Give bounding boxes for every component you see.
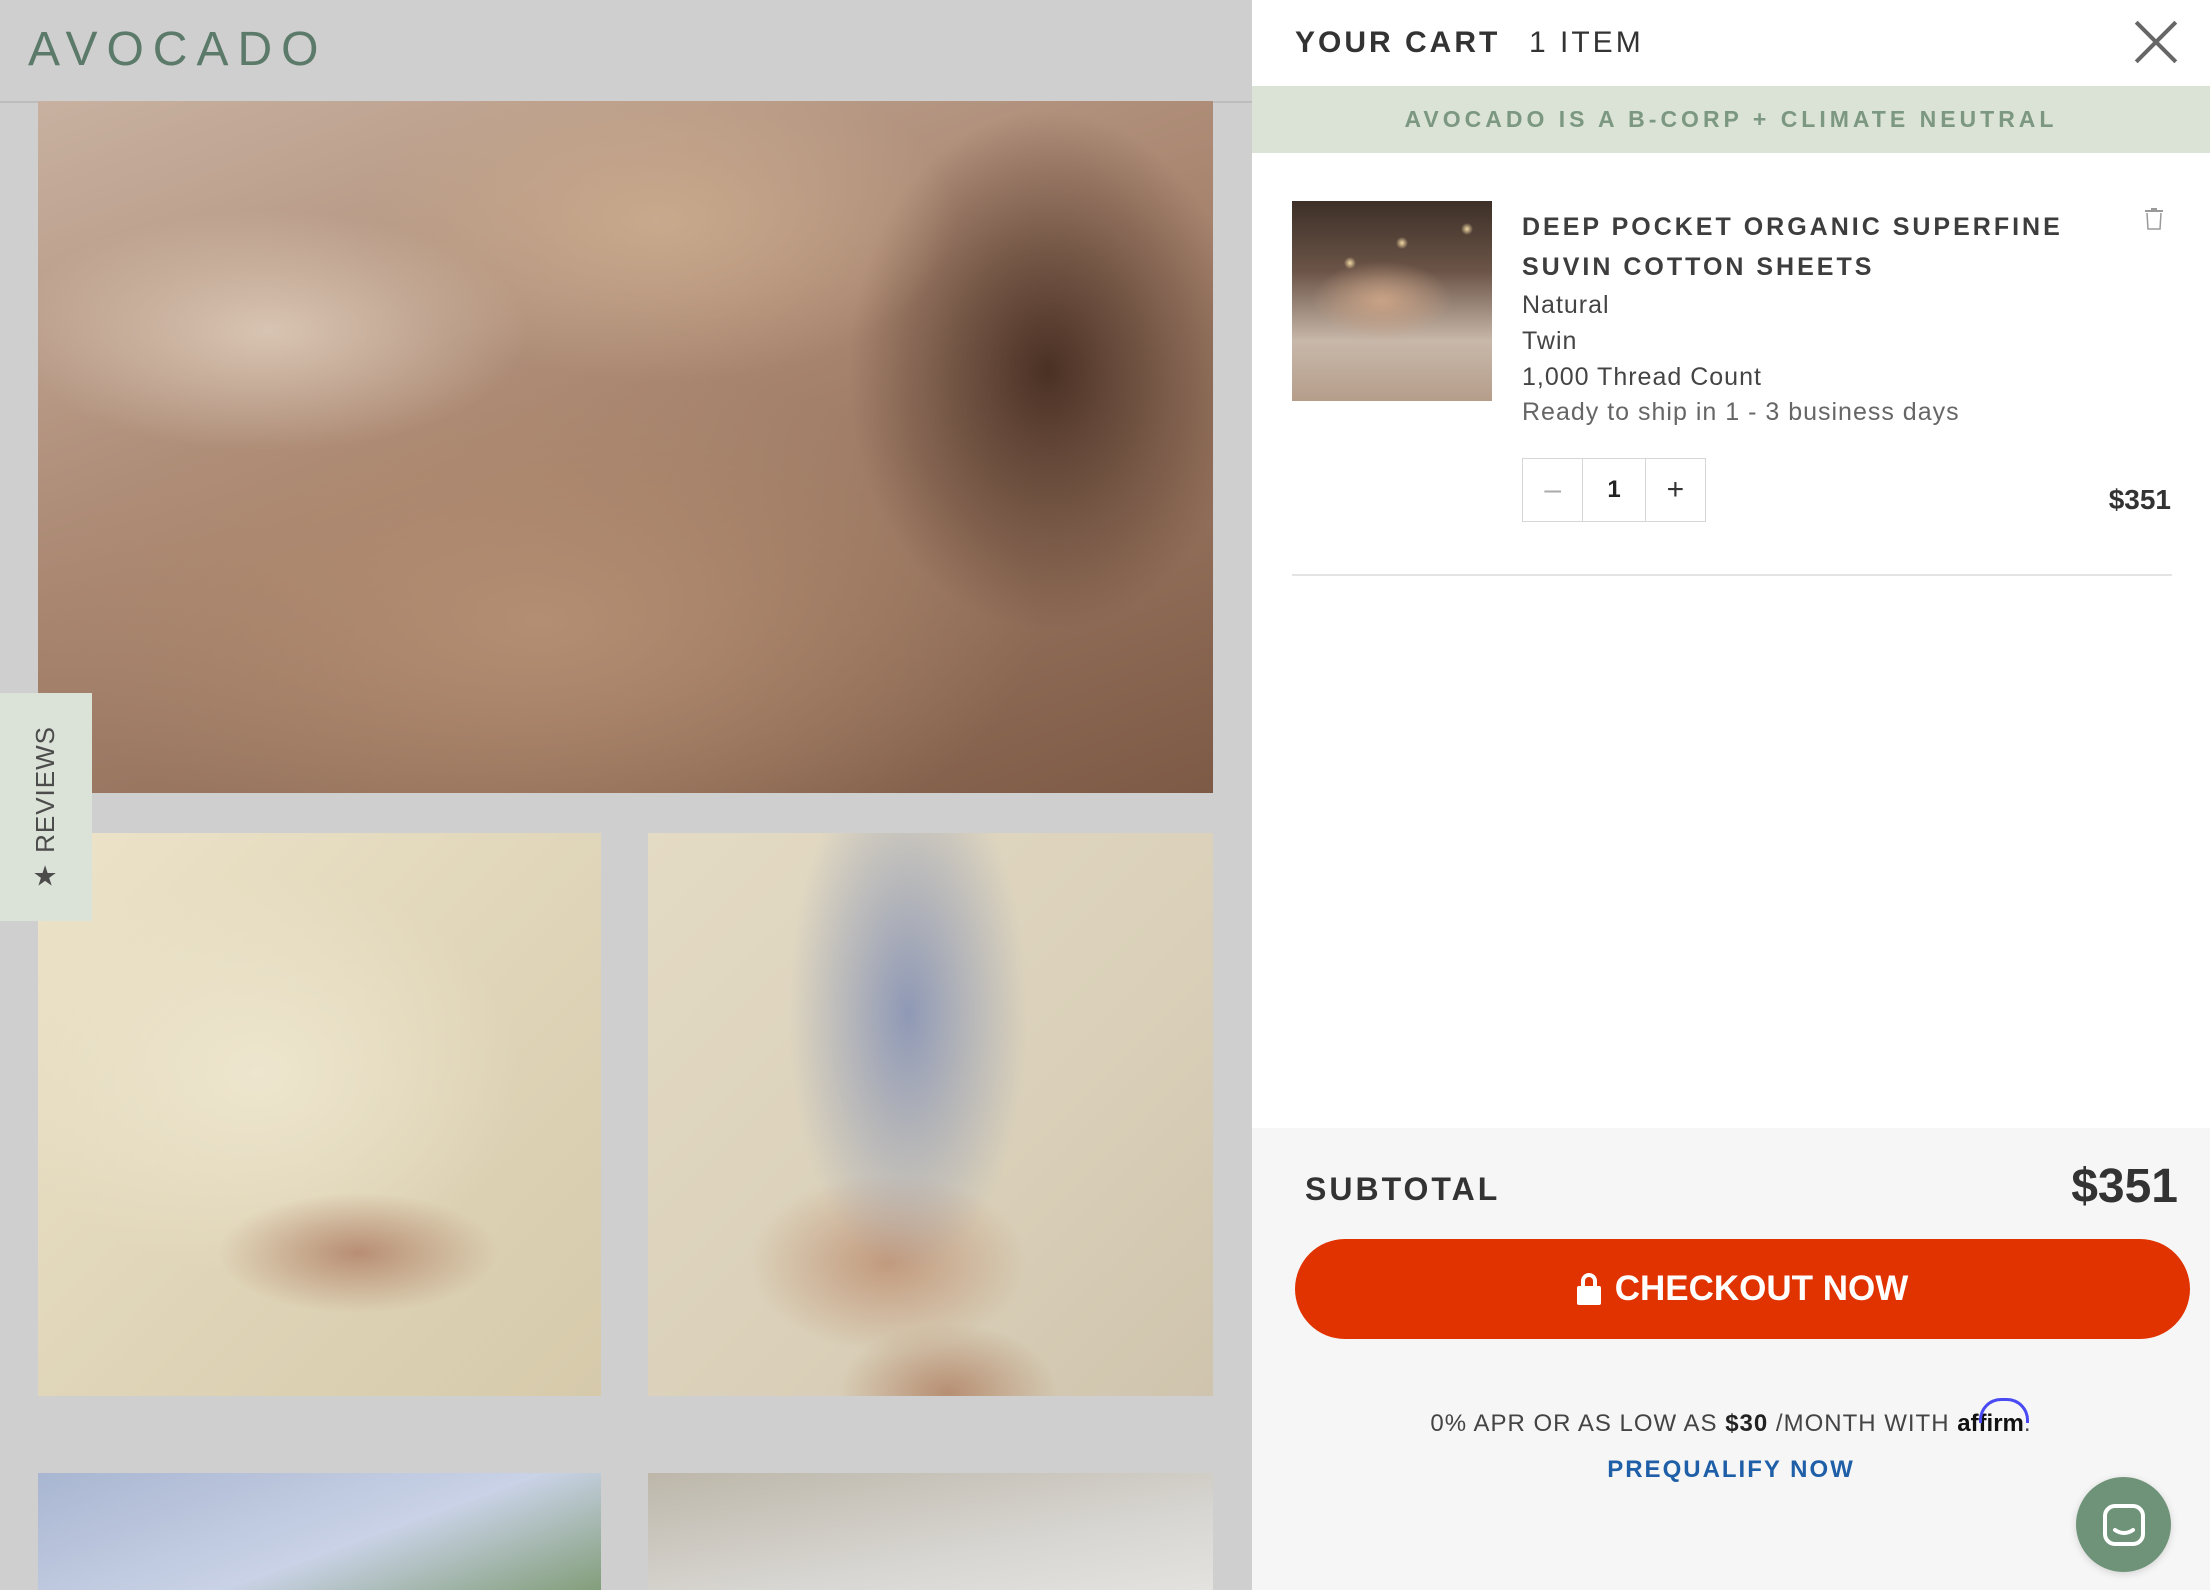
close-icon[interactable] (2132, 18, 2180, 66)
prequalify-link[interactable]: PREQUALIFY NOW (1252, 1456, 2210, 1484)
subtotal-label: SUBTOTAL (1305, 1171, 1501, 1207)
reviews-label: REVIEWS (30, 725, 61, 853)
cart-title: YOUR CART (1295, 26, 1501, 59)
gallery-image-3 (38, 1473, 601, 1590)
avocado-logo[interactable]: AVOCADO (28, 22, 327, 77)
cart-footer: SUBTOTAL $351 CHECKOUT NOW 0% APR OR AS … (1252, 1128, 2210, 1590)
chat-icon[interactable] (2076, 1477, 2171, 1572)
quantity-stepper: – 1 + (1522, 458, 1706, 522)
checkout-button[interactable]: CHECKOUT NOW (1295, 1239, 2190, 1339)
item-name[interactable]: DEEP POCKET ORGANIC SUPERFINE SUVIN COTT… (1522, 207, 2082, 287)
affirm-suffix: /MONTH WITH (1768, 1410, 1958, 1437)
site-header: AVOCADO (0, 0, 1252, 103)
cart-header: YOUR CART 1 ITEM (1252, 0, 2210, 86)
item-divider (1292, 574, 2172, 576)
hero-image (38, 101, 1213, 793)
item-shipping: Ready to ship in 1 - 3 business days (1522, 398, 1960, 426)
gallery-image-4 (648, 1473, 1213, 1590)
lock-icon (1576, 1273, 1601, 1305)
product-page: AVOCADO ★ REVIEWS (0, 0, 1252, 1590)
cart-item-count: 1 ITEM (1529, 26, 1644, 59)
cart-drawer: YOUR CART 1 ITEM AVOCADO IS A B-CORP + C… (1252, 0, 2210, 1590)
decrease-quantity-button[interactable]: – (1523, 459, 1582, 521)
item-thumbnail[interactable] (1292, 201, 1492, 401)
star-icon: ★ (32, 859, 60, 891)
item-price: $351 (2108, 484, 2171, 515)
affirm-logo: affirm (1957, 1410, 2024, 1437)
increase-quantity-button[interactable]: + (1646, 459, 1705, 521)
item-size: Twin (1522, 327, 1578, 355)
subtotal-value: $351 (2071, 1160, 2178, 1213)
quantity-value[interactable]: 1 (1582, 459, 1646, 521)
climate-banner: AVOCADO IS A B-CORP + CLIMATE NEUTRAL (1252, 86, 2210, 153)
item-thread-count: 1,000 Thread Count (1522, 363, 1762, 391)
item-color: Natural (1522, 291, 1610, 319)
affirm-financing: 0% APR OR AS LOW AS $30 /MONTH WITH affi… (1430, 1410, 2032, 1437)
lifestyle-image (648, 833, 1213, 1396)
affirm-prefix: 0% APR OR AS LOW AS (1430, 1410, 1726, 1437)
trash-icon[interactable] (2145, 208, 2163, 230)
checkout-label: CHECKOUT NOW (1614, 1269, 1909, 1308)
affirm-amount: $30 (1725, 1410, 1769, 1437)
sheet-detail-image (38, 833, 601, 1396)
reviews-tab[interactable]: ★ REVIEWS (0, 693, 92, 921)
